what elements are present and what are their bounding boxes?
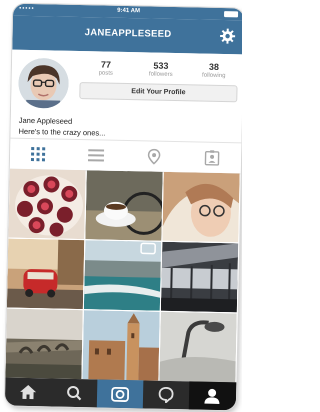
profile-name: Jane Appleseed [18,115,73,126]
tagged-photos-icon [204,150,220,166]
battery-icon [224,11,239,18]
photo-tile[interactable] [8,168,86,240]
tab-profile[interactable] [188,381,237,411]
posts-count: 77 [100,59,112,70]
following-label: following [202,72,226,80]
camera-icon [111,386,130,402]
list-icon [87,149,105,162]
tab-tagged-photos[interactable] [184,142,242,173]
photo-tile[interactable] [160,241,239,313]
photo-tile[interactable] [85,170,163,241]
followers-label: followers [148,71,173,78]
photo-tile[interactable] [6,238,85,310]
tab-grid-view[interactable] [10,139,68,170]
tab-photo-map[interactable] [126,141,184,172]
status-time: 9:41 AM [117,7,141,15]
following-count: 38 [208,61,220,72]
screenshot-stage: ••••• 9:41 AM JANEAPPLESEED 77 posts 533… [0,0,242,412]
location-pin-icon [147,148,161,165]
photo-tile[interactable] [159,311,237,383]
bottom-tab-bar [4,377,237,411]
tab-list-view[interactable] [68,140,126,171]
followers-count: 533 [153,60,169,71]
followers-stat[interactable]: 533 followers [139,60,183,78]
profile-icon [204,388,220,405]
page-title: JANEAPPLESEED [84,27,172,40]
following-stat[interactable]: 38 following [192,61,236,79]
posts-stat[interactable]: 77 posts [84,59,128,77]
tab-search[interactable] [51,379,98,408]
photo-tile[interactable] [83,240,162,311]
tab-camera[interactable] [96,379,144,409]
navigation-bar: JANEAPPLESEED [12,15,242,55]
avatar[interactable] [18,57,70,109]
phone-screen: ••••• 9:41 AM JANEAPPLESEED 77 posts 533… [4,3,242,411]
grid-icon [30,147,46,162]
tab-home[interactable] [5,378,52,407]
edit-profile-button[interactable]: Edit Your Profile [79,82,238,103]
search-icon [67,385,82,401]
posts-label: posts [98,70,114,77]
photo-tile[interactable] [82,310,160,381]
home-icon [20,385,37,400]
tab-activity[interactable] [143,380,190,409]
profile-bio: Here's to the crazy ones... [18,126,106,138]
photo-grid [5,168,240,383]
photo-tile[interactable] [162,171,240,243]
photo-tile[interactable] [5,308,83,380]
gear-icon[interactable] [219,28,236,44]
activity-icon [158,387,174,404]
profile-header: 77 posts 533 followers 38 following Edit… [10,49,242,151]
